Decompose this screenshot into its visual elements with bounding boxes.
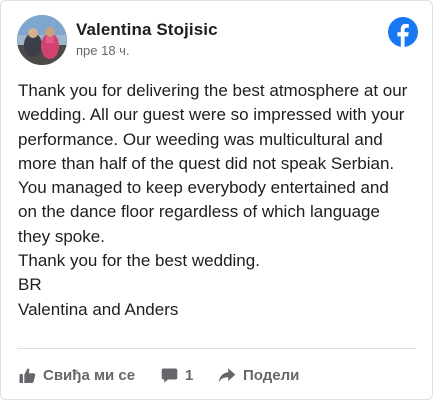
post-line: Valentina and Anders (18, 299, 179, 319)
like-button[interactable]: Свиђа ми се (19, 363, 135, 387)
post-line: Thank you for the best wedding. (18, 251, 260, 271)
comment-count: 1 (185, 366, 194, 384)
thumbs-up-icon (19, 367, 36, 384)
share-label: Подели (243, 366, 300, 384)
avatar-photo (17, 15, 67, 65)
comment-icon (161, 367, 178, 384)
share-arrow-icon (218, 367, 236, 384)
author-name[interactable]: Valentina Stojisic (76, 20, 218, 40)
facebook-logo-icon[interactable] (388, 17, 418, 47)
post-line: wedding. All our guest were so impressed… (18, 105, 405, 125)
post-body: Thank you for delivering the best atmosp… (18, 79, 423, 322)
post-line: Thank you for delivering the best atmosp… (18, 81, 408, 100)
post-line: on the dance floor regardless of which l… (18, 202, 380, 222)
post-header: Valentina Stojisic пре 18 ч. (15, 15, 418, 67)
post-actions: Свиђа ми се 1 Подели (19, 363, 416, 387)
like-label: Свиђа ми се (43, 366, 136, 384)
post-line: BR (18, 275, 42, 295)
post-line: more than half of the quest did not spea… (18, 153, 395, 173)
post-card: Valentina Stojisic пре 18 ч. Thank you f… (0, 0, 433, 400)
timestamp-text: пре 18 ч. (76, 43, 130, 58)
avatar[interactable] (17, 15, 67, 65)
post-line: performance. Our weeding was multicultur… (18, 129, 383, 149)
post-line: You managed to keep everybody entertaine… (18, 178, 389, 198)
actions-divider (17, 348, 416, 349)
comment-button[interactable]: 1 (161, 363, 193, 387)
share-button[interactable]: Подели (218, 363, 299, 387)
post-line: they spoke. (18, 226, 105, 246)
post-timestamp[interactable]: пре 18 ч. (76, 43, 130, 58)
